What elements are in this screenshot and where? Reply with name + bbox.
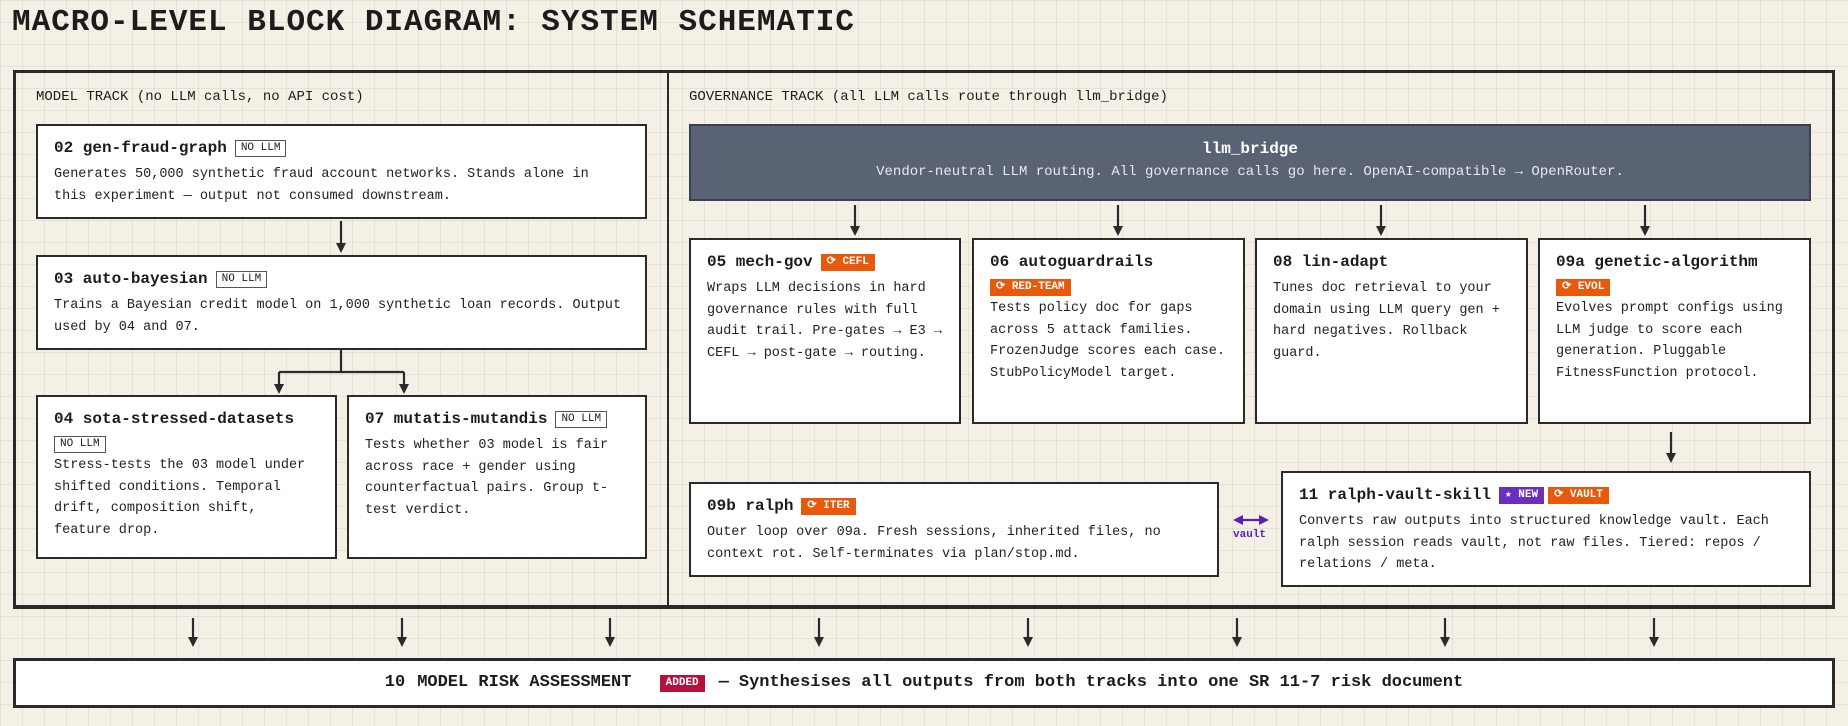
connectors [188, 205, 1676, 647]
